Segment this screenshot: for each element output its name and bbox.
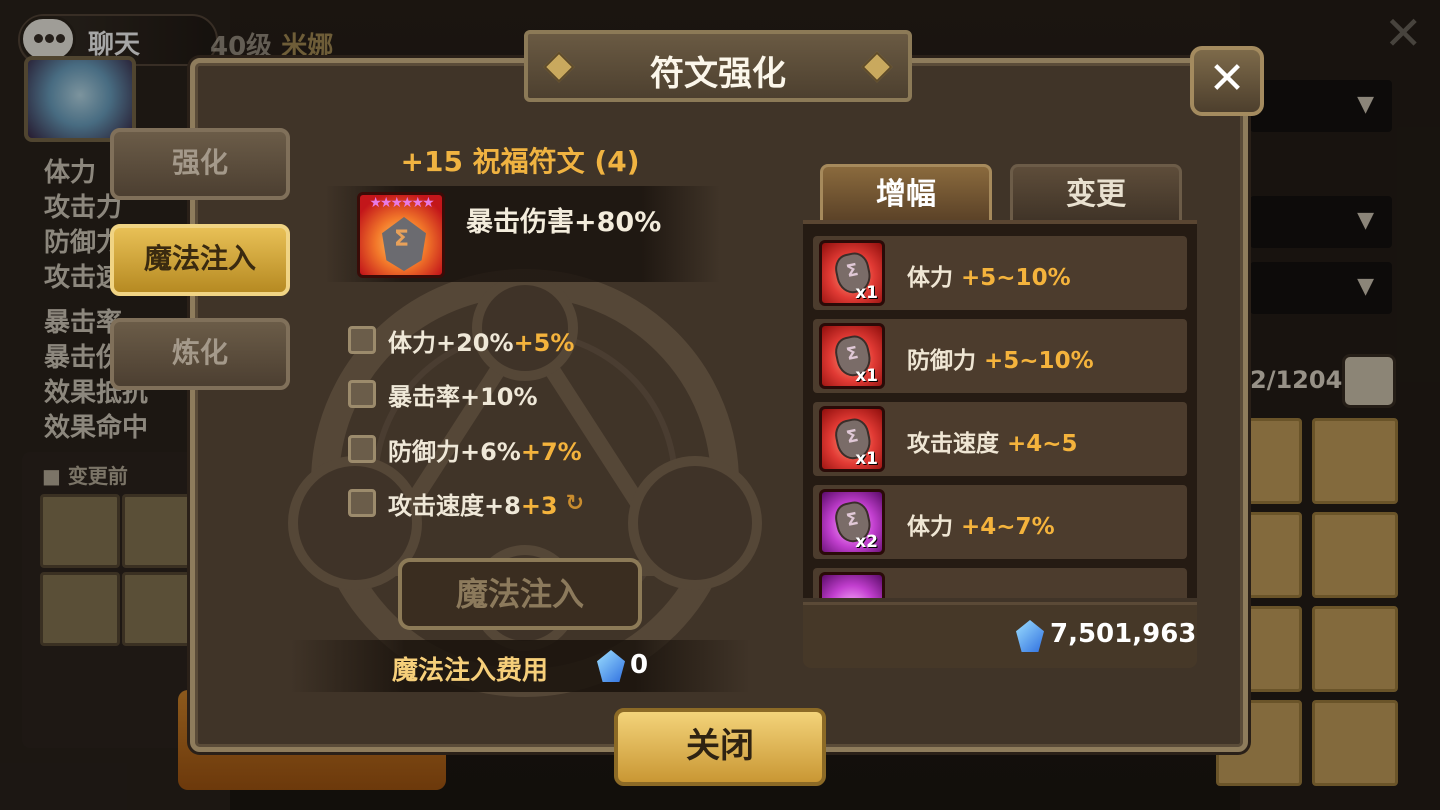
sub-stat-row: 攻击速度+8+3 ↻: [348, 485, 584, 521]
sub-stat-label: 防御力+6%+7%: [388, 437, 582, 466]
sub-stat-label: 暴击率+10%: [388, 382, 538, 411]
enchant-gem-icon: x1: [819, 240, 885, 306]
list-item[interactable]: [813, 568, 1187, 598]
reroll-icon: ↻: [565, 490, 585, 516]
list-item[interactable]: x1 防御力 +5~10%: [813, 319, 1187, 393]
sub-stat-checkbox[interactable]: [348, 380, 376, 408]
sub-stat-row: 防御力+6%+7%: [348, 431, 582, 467]
dialog-title: 符文强化: [650, 54, 786, 94]
item-label: 体力 +5~10%: [907, 265, 1071, 291]
crystal-total: 7,501,963: [1050, 619, 1197, 649]
magic-infusion-button[interactable]: 魔法注入: [398, 558, 642, 630]
item-label: 攻击速度 +4~5: [907, 431, 1078, 457]
sub-stat-checkbox[interactable]: [348, 489, 376, 517]
list-item[interactable]: x1 攻击速度 +4~5: [813, 402, 1187, 476]
enchant-gem-icon: x1: [819, 323, 885, 389]
sub-stat-checkbox[interactable]: [348, 435, 376, 463]
sub-stat-bonus: +3: [520, 491, 558, 520]
rune-icon: ★★★★★★: [357, 192, 445, 278]
close-icon-button[interactable]: ✕: [1190, 46, 1264, 116]
list-item[interactable]: x1 体力 +5~10%: [813, 236, 1187, 310]
cost-label: 魔法注入费用: [392, 656, 549, 686]
sub-stat-bonus: +5%: [513, 328, 575, 357]
close-button[interactable]: 关闭: [614, 708, 826, 786]
item-label: 防御力 +5~10%: [907, 348, 1094, 374]
enchant-gem-icon: [819, 572, 885, 598]
sub-stat-label: 攻击速度+8+3: [388, 491, 558, 520]
enchant-gem-list[interactable]: x1 体力 +5~10% x1 防御力 +5~10% x1 攻击速度 +4~5 …: [803, 220, 1197, 598]
enchant-gem-icon: x2: [819, 489, 885, 555]
cost-value: 0: [630, 650, 649, 680]
tab-change[interactable]: 变更: [1010, 164, 1182, 222]
rune-stone-icon: [382, 217, 426, 271]
sub-stat-bonus: +7%: [520, 437, 582, 466]
sub-stat-row: 体力+20%+5%: [348, 322, 574, 358]
rune-title: +15 祝福符文 (4): [400, 145, 640, 178]
sub-stat-row: 暴击率+10%: [348, 376, 538, 412]
enchant-gem-icon: x1: [819, 406, 885, 472]
tab-magic-infusion[interactable]: 魔法注入: [110, 224, 290, 296]
sub-stat-checkbox[interactable]: [348, 326, 376, 354]
tab-enhance[interactable]: 强化: [110, 128, 290, 200]
list-item[interactable]: x2 体力 +4~7%: [813, 485, 1187, 559]
item-label: 体力 +4~7%: [907, 514, 1055, 540]
sub-stat-label: 体力+20%+5%: [388, 328, 575, 357]
rune-stars: ★★★★★★: [369, 195, 434, 211]
rune-main-stat: 暴击伤害+80%: [466, 207, 662, 238]
tab-refine[interactable]: 炼化: [110, 318, 290, 390]
tab-amplify[interactable]: 增幅: [820, 164, 992, 222]
